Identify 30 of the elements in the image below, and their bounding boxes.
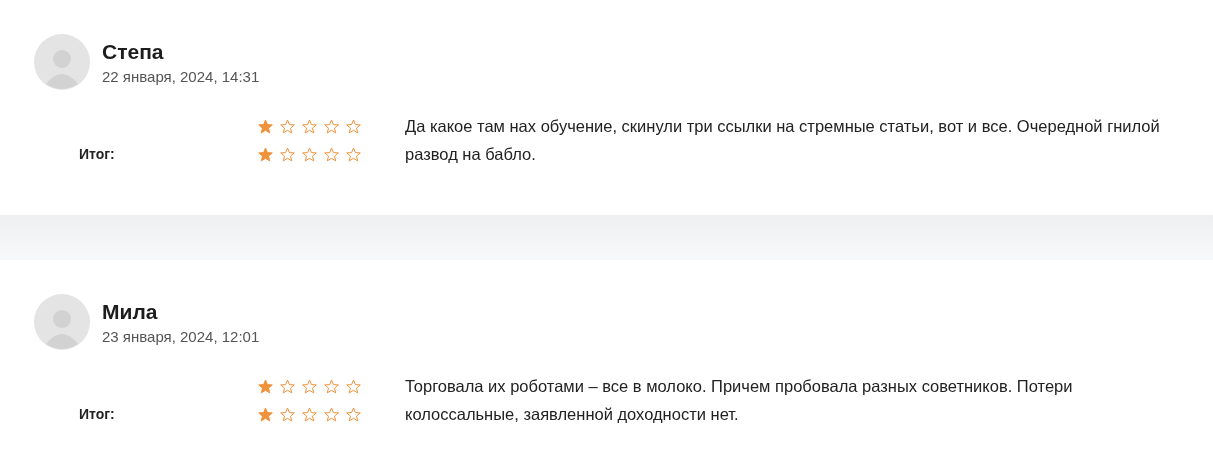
empty-star-icon (302, 378, 317, 394)
empty-star-icon (346, 118, 361, 134)
empty-star-icon (302, 146, 317, 162)
review-date: 22 января, 2024, 14:31 (102, 67, 260, 87)
empty-star-icon (346, 406, 361, 422)
filled-star-icon (258, 118, 273, 134)
filled-star-icon (258, 146, 273, 162)
empty-star-icon (324, 406, 339, 422)
empty-star-icon (280, 118, 295, 134)
empty-star-icon (280, 406, 295, 422)
rating-label: Итог: (79, 146, 115, 162)
reviewer-name: Степа (102, 39, 165, 65)
empty-star-icon (324, 378, 339, 394)
empty-star-icon (302, 406, 317, 422)
reviewer-name: Мила (102, 299, 159, 325)
empty-star-icon (324, 146, 339, 162)
avatar-icon (34, 294, 90, 350)
avatar-icon (34, 34, 90, 90)
empty-star-icon (302, 118, 317, 134)
review-date: 23 января, 2024, 12:01 (102, 327, 260, 347)
empty-star-icon (346, 378, 361, 394)
empty-star-icon (280, 378, 295, 394)
review-text: Торговала их роботами – все в молоко. Причем пробовала разных советников. Потери колоссальные, заявленной доходности нет. (405, 376, 1074, 425)
empty-star-icon (280, 146, 295, 162)
rating-label: Итог: (79, 406, 115, 422)
empty-star-icon (324, 118, 339, 134)
empty-star-icon (346, 146, 361, 162)
review-text: Да какое там нах обучение, скинули три ссылки на стремные статьи, вот и все. Очередной гнилой развод на бабло. (405, 116, 1161, 165)
filled-star-icon (258, 378, 273, 394)
filled-star-icon (258, 406, 273, 422)
